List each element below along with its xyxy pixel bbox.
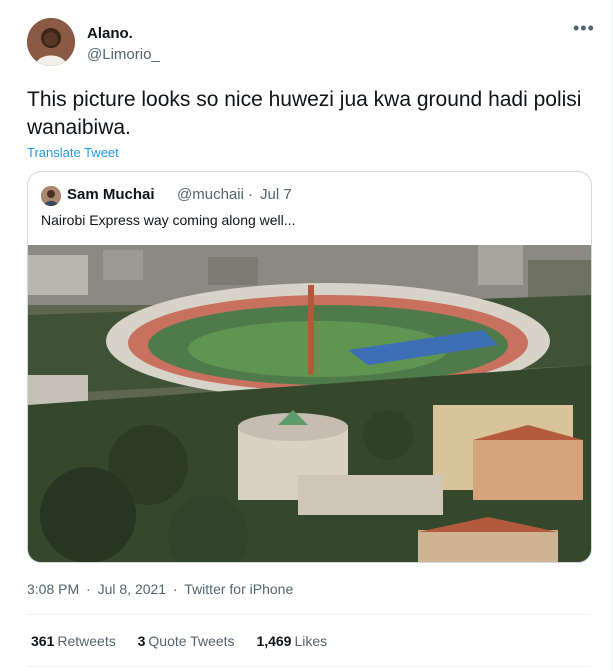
quoted-avatar-image [41, 186, 61, 206]
avatar-image [27, 18, 75, 66]
quoted-author-avatar [41, 186, 61, 206]
retweets-count: 361 [31, 633, 55, 649]
retweets-label: Retweets [57, 633, 116, 649]
quoted-author-name: Sam Muchai [67, 186, 155, 203]
likes-label: Likes [294, 633, 328, 649]
author-name[interactable]: Alano. [87, 25, 133, 42]
quoted-separator: · [248, 186, 253, 203]
author-avatar[interactable] [27, 18, 75, 66]
tweet-meta: 3:08 PM · Jul 8, 2021 · Twitter for iPho… [27, 581, 296, 597]
divider [27, 666, 590, 667]
translate-tweet-link[interactable]: Translate Tweet [27, 145, 119, 160]
retweets-stat[interactable]: 361 Retweets [31, 633, 116, 649]
divider [27, 614, 590, 615]
tweet-date[interactable]: Jul 8, 2021 [98, 581, 167, 597]
tweet: Alano. @Limorio_ ••• This picture looks … [0, 0, 613, 671]
meta-separator: · [86, 581, 91, 597]
quote-tweets-count: 3 [137, 633, 146, 649]
quote-tweets-stat[interactable]: 3 Quote Tweets [138, 633, 235, 649]
tweet-text: This picture looks so nice huwezi jua kw… [27, 88, 582, 139]
quote-tweets-label: Quote Tweets [148, 633, 235, 649]
quoted-author-handle: @muchaii [177, 186, 244, 203]
quoted-date: Jul 7 [260, 186, 292, 203]
stadium-aerial-photo[interactable] [28, 245, 591, 562]
likes-count: 1,469 [256, 633, 292, 649]
tweet-time[interactable]: 3:08 PM [27, 581, 79, 597]
quoted-tweet[interactable]: Sam Muchai @muchaii · Jul 7 Nairobi Expr… [27, 171, 592, 563]
meta-separator: · [172, 581, 178, 597]
tweet-stats: 361 Retweets 3 Quote Tweets 1,469 Likes [31, 633, 345, 649]
author-handle[interactable]: @Limorio_ [87, 46, 160, 63]
more-horizontal-icon[interactable]: ••• [573, 18, 595, 39]
quoted-text: Nairobi Express way coming along well... [41, 212, 296, 228]
likes-stat[interactable]: 1,469 Likes [256, 633, 327, 649]
tweet-source[interactable]: Twitter for iPhone [184, 581, 293, 597]
